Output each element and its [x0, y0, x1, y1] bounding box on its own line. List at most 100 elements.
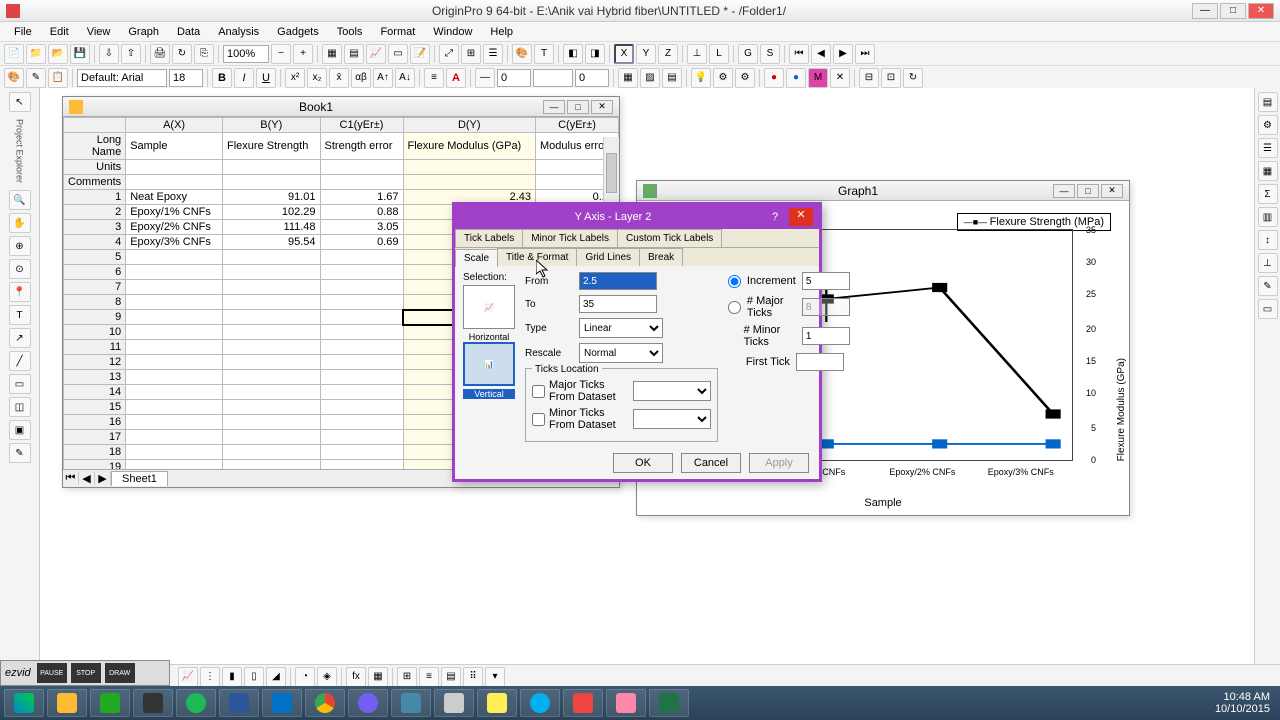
- close-button[interactable]: ✕: [1248, 3, 1274, 19]
- plots-icon[interactable]: ▦: [1258, 161, 1278, 181]
- recalc-icon[interactable]: ⚙: [713, 68, 733, 88]
- label-icon[interactable]: L: [709, 44, 729, 64]
- graph-close-button[interactable]: ✕: [1101, 184, 1123, 198]
- ezvid-draw-button[interactable]: DRAW: [105, 663, 135, 683]
- last-icon[interactable]: ⏭: [855, 44, 875, 64]
- gear-icon[interactable]: ⚙: [735, 68, 755, 88]
- monitor-taskbar-icon[interactable]: [391, 689, 431, 717]
- new-workbook-icon[interactable]: ▦: [322, 44, 342, 64]
- menu-view[interactable]: View: [79, 24, 119, 40]
- new-notes-icon[interactable]: 📝: [410, 44, 430, 64]
- clear-icon[interactable]: ✕: [830, 68, 850, 88]
- major-ticks-radio[interactable]: [728, 301, 741, 314]
- open-icon[interactable]: 📂: [48, 44, 68, 64]
- tab-grid-lines[interactable]: Grid Lines: [576, 248, 640, 266]
- chrome-taskbar-icon[interactable]: [305, 689, 345, 717]
- tab-break[interactable]: Break: [639, 248, 683, 266]
- unmask-icon[interactable]: ◨: [585, 44, 605, 64]
- dotted-grid-icon[interactable]: ⠿: [463, 667, 483, 687]
- menu-data[interactable]: Data: [169, 24, 208, 40]
- save-icon[interactable]: 💾: [70, 44, 90, 64]
- menu-tools[interactable]: Tools: [329, 24, 371, 40]
- calculator-taskbar-icon[interactable]: [434, 689, 474, 717]
- theme-icon[interactable]: 🎨: [4, 68, 24, 88]
- more-icon[interactable]: ▾: [485, 667, 505, 687]
- scale-icon[interactable]: ↕: [1258, 230, 1278, 250]
- tab-tick-labels[interactable]: Tick Labels: [455, 229, 523, 247]
- graph-titlebar[interactable]: Graph1 — □ ✕: [637, 181, 1129, 201]
- strikethrough-icon[interactable]: x̄: [329, 68, 349, 88]
- spec-icon[interactable]: ▭: [1258, 299, 1278, 319]
- workbook-minimize-button[interactable]: —: [543, 100, 565, 114]
- sheet-first-icon[interactable]: ⏮: [63, 472, 79, 485]
- col-header[interactable]: A(X): [126, 118, 223, 133]
- zoom-input[interactable]: [223, 45, 269, 63]
- paste-icon[interactable]: 📋: [48, 68, 68, 88]
- refresh-icon[interactable]: ↻: [172, 44, 192, 64]
- export-icon[interactable]: ⇧: [121, 44, 141, 64]
- type-select[interactable]: Linear: [579, 318, 663, 338]
- add-layer-icon[interactable]: ⊞: [461, 44, 481, 64]
- sheet-next-icon[interactable]: ▶: [95, 472, 111, 485]
- start-button[interactable]: [4, 689, 44, 717]
- col-header[interactable]: B(Y): [223, 118, 321, 133]
- sheet-tab[interactable]: Sheet1: [111, 471, 168, 486]
- pan-icon[interactable]: ✋: [9, 213, 31, 233]
- err-icon[interactable]: ⊥: [687, 44, 707, 64]
- major-dataset-select[interactable]: [633, 381, 711, 401]
- project-explorer-label[interactable]: Project Explorer: [15, 119, 25, 183]
- props-icon[interactable]: ⚙: [1258, 115, 1278, 135]
- vertical-axis-select[interactable]: 📊: [463, 342, 515, 386]
- maximize-button[interactable]: □: [1220, 3, 1246, 19]
- rescale-icon[interactable]: ⤢: [439, 44, 459, 64]
- to-input[interactable]: [579, 295, 657, 313]
- column-plot-icon[interactable]: ▯: [244, 667, 264, 687]
- g-icon[interactable]: G: [738, 44, 758, 64]
- viber-taskbar-icon[interactable]: [348, 689, 388, 717]
- cancel-button[interactable]: Cancel: [681, 453, 741, 473]
- import-icon[interactable]: ⇩: [99, 44, 119, 64]
- line-style-icon[interactable]: —: [475, 68, 495, 88]
- word-taskbar-icon[interactable]: [219, 689, 259, 717]
- font-size-input[interactable]: [169, 69, 203, 87]
- increase-font-icon[interactable]: A↑: [373, 68, 393, 88]
- zoom-tool-icon[interactable]: 🔍: [9, 190, 31, 210]
- workbook-close-button[interactable]: ✕: [591, 100, 613, 114]
- minimize-button[interactable]: —: [1192, 3, 1218, 19]
- app2-taskbar-icon[interactable]: [563, 689, 603, 717]
- red-dot-icon[interactable]: ●: [764, 68, 784, 88]
- col-header[interactable]: C1(yEr±): [320, 118, 403, 133]
- reader-icon[interactable]: ⊕: [9, 236, 31, 256]
- stack-icon[interactable]: ≡: [419, 667, 439, 687]
- pie-plot-icon[interactable]: ◔: [295, 667, 315, 687]
- subscript-icon[interactable]: x₂: [307, 68, 327, 88]
- new-project-icon[interactable]: 📄: [4, 44, 24, 64]
- rescale-select[interactable]: Normal: [579, 343, 663, 363]
- y-axis-label[interactable]: Flexure Modulus (GPa): [1116, 358, 1127, 461]
- new-layout-icon[interactable]: ▭: [388, 44, 408, 64]
- mask-icon[interactable]: ◧: [563, 44, 583, 64]
- mask-tool-icon[interactable]: ▣: [9, 420, 31, 440]
- col-header[interactable]: C(yEr±): [536, 118, 619, 133]
- tab-custom-tick-labels[interactable]: Custom Tick Labels: [617, 229, 722, 247]
- font-color-icon[interactable]: A: [446, 68, 466, 88]
- bold-icon[interactable]: B: [212, 68, 232, 88]
- menu-graph[interactable]: Graph: [120, 24, 167, 40]
- font-select[interactable]: [77, 69, 167, 87]
- extract-icon[interactable]: ⊡: [881, 68, 901, 88]
- system-tray[interactable]: 10:48 AM 10/10/2015: [1215, 691, 1276, 715]
- workbook-titlebar[interactable]: Book1 — □ ✕: [63, 97, 619, 117]
- menu-format[interactable]: Format: [372, 24, 423, 40]
- menu-edit[interactable]: Edit: [42, 24, 77, 40]
- skype-taskbar-icon[interactable]: [520, 689, 560, 717]
- prev-icon[interactable]: ◀: [811, 44, 831, 64]
- tab-title-format[interactable]: Title & Format: [497, 248, 577, 266]
- apply-button[interactable]: Apply: [749, 453, 809, 473]
- print-icon[interactable]: 🖨: [150, 44, 170, 64]
- graph-maximize-button[interactable]: □: [1077, 184, 1099, 198]
- tab-minor-tick-labels[interactable]: Minor Tick Labels: [522, 229, 618, 247]
- blue-dot-icon[interactable]: ●: [786, 68, 806, 88]
- merge2-icon[interactable]: ▤: [441, 667, 461, 687]
- layers-icon[interactable]: ☰: [1258, 138, 1278, 158]
- add-text-icon[interactable]: T: [534, 44, 554, 64]
